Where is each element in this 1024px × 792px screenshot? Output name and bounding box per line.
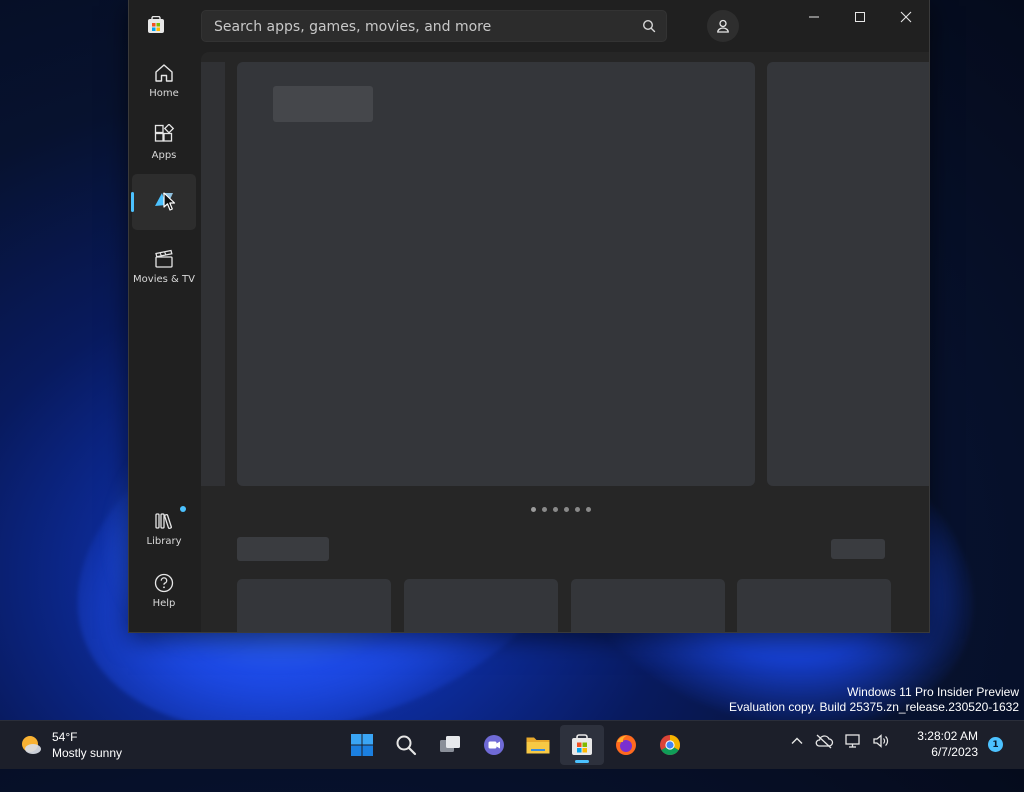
- active-indicator: [131, 192, 134, 212]
- app-card-placeholder[interactable]: [737, 579, 891, 632]
- store-logo-icon: [148, 16, 164, 33]
- home-icon: [155, 63, 173, 82]
- sidebar-item-label: Apps: [151, 149, 177, 161]
- network-icon[interactable]: [844, 733, 862, 749]
- taskbar: 54°F Mostly sunny 3:28:02 AM 6/7/2023 1: [0, 720, 1024, 769]
- carousel-dot[interactable]: [586, 507, 591, 512]
- search-box[interactable]: [201, 10, 667, 43]
- clock-date: 6/7/2023: [931, 745, 978, 759]
- folder-icon: [526, 737, 550, 754]
- minimize-button[interactable]: [791, 4, 837, 30]
- chevron-up-icon[interactable]: [790, 734, 804, 748]
- onedrive-offline-icon[interactable]: [814, 733, 834, 749]
- carousel-dot[interactable]: [531, 507, 536, 512]
- store-window: Home Apps: [128, 0, 930, 633]
- system-tray: [790, 733, 890, 749]
- chrome-button[interactable]: [648, 725, 692, 765]
- sidebar-item-label: Movies & TV: [133, 273, 195, 285]
- app-card-placeholder[interactable]: [404, 579, 558, 632]
- hero-title-placeholder: [273, 86, 373, 122]
- sunny-weather-icon: [22, 736, 41, 754]
- taskbar-search-button[interactable]: [384, 725, 428, 765]
- task-view-icon: [440, 736, 460, 752]
- weather-temperature: 54°F: [52, 730, 78, 744]
- movies-icon: [155, 249, 173, 268]
- store-icon: [572, 734, 592, 755]
- user-icon: [717, 19, 729, 33]
- sidebar-item-label: Library: [146, 535, 182, 547]
- carousel-dot[interactable]: [564, 507, 569, 512]
- task-view-button[interactable]: [428, 725, 472, 765]
- windows-watermark: Windows 11 Pro Insider Preview Evaluatio…: [729, 685, 1019, 715]
- see-all-placeholder[interactable]: [831, 539, 885, 559]
- mouse-cursor-icon: [163, 192, 176, 211]
- content-area: [201, 52, 929, 632]
- section-title-placeholder: [237, 537, 329, 561]
- sidebar-item-label: Home: [149, 87, 179, 99]
- hero-next-card[interactable]: [767, 62, 929, 486]
- sidebar-item-movies-tv[interactable]: Movies & TV: [132, 238, 196, 294]
- close-icon: [900, 11, 912, 23]
- microsoft-store-button[interactable]: [560, 725, 604, 765]
- chrome-icon: [660, 735, 680, 755]
- carousel-pager[interactable]: [531, 507, 591, 512]
- hero-card-placeholder[interactable]: [237, 62, 755, 486]
- teams-chat-icon: [484, 735, 504, 755]
- windows-start-icon: [351, 734, 373, 756]
- sidebar-item-apps[interactable]: Apps: [132, 114, 196, 170]
- search-input[interactable]: [212, 11, 636, 43]
- teams-chat-button[interactable]: [472, 725, 516, 765]
- sidebar-item-home[interactable]: Home: [132, 52, 196, 108]
- library-icon: [155, 512, 172, 529]
- firefox-icon: [616, 735, 636, 755]
- volume-icon[interactable]: [872, 733, 890, 749]
- weather-widget[interactable]: 54°F Mostly sunny: [18, 729, 122, 761]
- account-button[interactable]: [707, 10, 739, 42]
- app-card-placeholder[interactable]: [237, 579, 391, 632]
- carousel-dot[interactable]: [553, 507, 558, 512]
- maximize-icon: [855, 12, 865, 22]
- minimize-icon: [809, 16, 819, 18]
- start-button[interactable]: [340, 725, 384, 765]
- clock[interactable]: 3:28:02 AM 6/7/2023: [912, 728, 978, 760]
- apps-icon: [154, 123, 175, 142]
- navigation-sidebar: Home Apps Movies & TV Library Help: [129, 52, 201, 632]
- clock-time: 3:28:02 AM: [917, 729, 978, 743]
- taskbar-apps: [340, 725, 692, 765]
- maximize-button[interactable]: [837, 4, 883, 30]
- notification-badge[interactable]: 1: [988, 737, 1003, 752]
- sidebar-item-label: Help: [152, 597, 176, 609]
- watermark-line-1: Windows 11 Pro Insider Preview: [847, 685, 1019, 699]
- firefox-button[interactable]: [604, 725, 648, 765]
- app-card-placeholder[interactable]: [571, 579, 725, 632]
- close-button[interactable]: [883, 4, 929, 30]
- carousel-dot[interactable]: [575, 507, 580, 512]
- help-icon: [154, 573, 174, 592]
- search-icon[interactable]: [642, 19, 656, 33]
- watermark-line-2: Evaluation copy. Build 25375.zn_release.…: [729, 700, 1019, 714]
- search-icon: [396, 735, 417, 756]
- title-bar: [129, 0, 929, 52]
- file-explorer-button[interactable]: [516, 725, 560, 765]
- sidebar-item-library[interactable]: Library: [132, 500, 196, 556]
- hero-previous-card[interactable]: [201, 62, 225, 486]
- carousel-dot[interactable]: [542, 507, 547, 512]
- update-badge: [180, 506, 186, 512]
- sidebar-item-help[interactable]: Help: [132, 562, 196, 618]
- weather-description: Mostly sunny: [52, 746, 123, 760]
